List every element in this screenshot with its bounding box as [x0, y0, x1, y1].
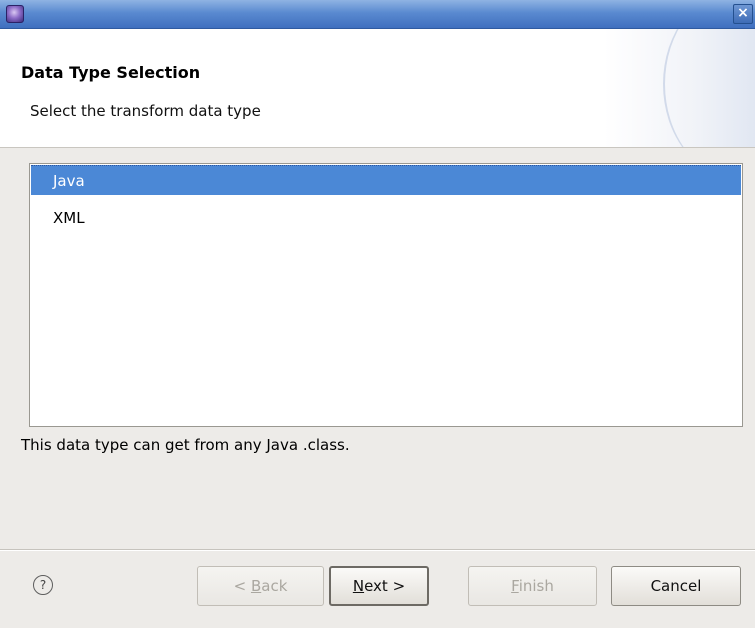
cancel-button-label: Cancel	[650, 577, 702, 595]
back-button-prefix: <	[233, 577, 251, 595]
header-decoration	[663, 29, 755, 147]
list-item-xml[interactable]: XML	[31, 203, 741, 233]
cancel-button[interactable]: Cancel	[611, 566, 741, 606]
list-item-java[interactable]: Java	[31, 165, 741, 195]
page-description: Select the transform data type	[30, 102, 261, 120]
wizard-header: Data Type Selection Select the transform…	[0, 29, 755, 148]
next-button-mnemonic: N	[352, 577, 365, 595]
finish-button-mnemonic: F	[511, 577, 519, 595]
finish-button[interactable]: Finish	[468, 566, 597, 606]
back-button-label: ack	[261, 577, 288, 595]
next-button-label: ext >	[364, 577, 406, 595]
title-bar[interactable]: ×	[0, 0, 755, 29]
back-button[interactable]: < Back	[197, 566, 324, 606]
wizard-dialog: × Data Type Selection Select the transfo…	[0, 0, 755, 628]
data-type-description: This data type can get from any Java .cl…	[21, 436, 350, 454]
button-bar-separator	[0, 549, 755, 551]
finish-button-label: inish	[518, 577, 554, 595]
close-button[interactable]: ×	[733, 4, 753, 24]
eclipse-app-icon	[6, 5, 24, 23]
back-button-mnemonic: B	[250, 577, 262, 595]
help-icon[interactable]: ?	[33, 575, 53, 595]
next-button[interactable]: Next >	[329, 566, 429, 606]
data-type-list[interactable]: Java XML	[29, 163, 743, 427]
page-title: Data Type Selection	[21, 63, 201, 82]
